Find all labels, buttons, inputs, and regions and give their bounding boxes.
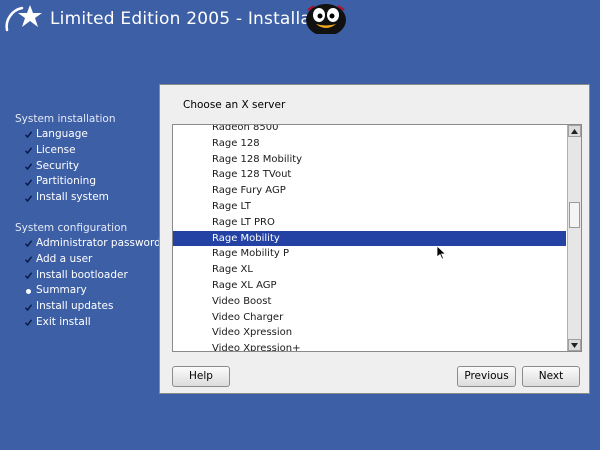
section-title-system-installation: System installation <box>15 113 116 125</box>
x-server-list[interactable]: Radeon 8500 Rage 128 Rage 128 Mobility R… <box>172 124 582 352</box>
penguin-logo-icon <box>306 4 346 34</box>
step-administrator-password: Administrator password <box>15 236 165 252</box>
window-title: Limited Edition 2005 - Installation <box>50 9 345 29</box>
step-label: Install updates <box>36 300 114 313</box>
step-partitioning: Partitioning <box>15 174 165 190</box>
step-install-system: Install system <box>15 190 165 206</box>
arrow-up-icon <box>571 128 578 134</box>
step-security: Security <box>15 159 165 175</box>
list-item[interactable]: Rage XL AGP <box>173 278 566 294</box>
step-label: Language <box>36 128 88 140</box>
step-install-bootloader: Install bootloader <box>15 268 165 284</box>
x-server-list-items: Radeon 8500 Rage 128 Rage 128 Mobility R… <box>173 125 566 351</box>
previous-button[interactable]: Previous <box>457 366 516 387</box>
arrow-down-icon <box>571 342 578 348</box>
step-add-a-user: Add a user <box>15 252 165 268</box>
step-label: Install bootloader <box>36 268 128 281</box>
check-icon <box>25 303 32 311</box>
step-exit-install: Exit install <box>15 315 165 331</box>
check-icon <box>25 194 32 202</box>
scroll-up-button[interactable] <box>568 125 581 137</box>
list-item[interactable]: Radeon 8500 <box>173 125 566 136</box>
next-button[interactable]: Next <box>522 366 580 387</box>
scroll-down-button[interactable] <box>568 339 581 351</box>
vertical-scrollbar[interactable] <box>567 125 581 351</box>
list-item[interactable]: Video Xpression <box>173 325 566 341</box>
help-button[interactable]: Help <box>172 366 230 387</box>
step-label: Add a user <box>36 252 93 265</box>
step-label: Summary <box>36 284 87 297</box>
check-icon <box>25 147 32 155</box>
check-icon <box>25 179 32 186</box>
check-icon <box>25 163 32 170</box>
check-icon <box>25 256 32 264</box>
step-label: Exit install <box>36 315 91 328</box>
step-install-updates: Install updates <box>15 299 165 315</box>
step-label: Security <box>36 159 80 172</box>
list-item[interactable]: Rage 128 TVout <box>173 167 566 183</box>
list-item[interactable]: Video Xpression+ <box>173 341 566 351</box>
list-item[interactable]: Rage 128 <box>173 136 566 152</box>
step-label: Partitioning <box>36 175 96 188</box>
list-item[interactable]: Rage XL <box>173 262 566 278</box>
step-license: License <box>15 143 165 159</box>
list-item[interactable]: Rage LT <box>173 199 566 215</box>
list-item[interactable]: Rage Fury AGP <box>173 183 566 199</box>
star-logo-icon <box>5 5 42 32</box>
list-item[interactable]: Video Charger <box>173 310 566 326</box>
section-title-system-configuration: System configuration <box>15 221 128 234</box>
list-item[interactable]: Rage 128 Mobility <box>173 152 566 168</box>
list-item[interactable]: Rage LT PRO <box>173 215 566 231</box>
step-language: Language <box>15 127 165 143</box>
check-icon <box>25 240 32 248</box>
check-icon <box>25 319 32 327</box>
scroll-thumb[interactable] <box>569 202 580 228</box>
install-steps-sidebar: System installation Language License Sec… <box>15 111 165 331</box>
step-label: License <box>36 143 76 156</box>
step-summary-current: Summary <box>15 283 165 299</box>
mouse-pointer-icon <box>437 246 447 260</box>
x-server-panel: Choose an X server Radeon 8500 Rage 128 … <box>159 84 590 394</box>
list-item[interactable]: Video Boost <box>173 294 566 310</box>
current-step-dot-icon <box>26 288 31 294</box>
list-item-selected[interactable]: Rage Mobility <box>173 230 566 247</box>
check-icon <box>25 131 32 139</box>
step-label: Administrator password <box>36 236 161 249</box>
panel-heading: Choose an X server <box>183 99 286 111</box>
list-item[interactable]: Rage Mobility P <box>173 246 566 262</box>
check-icon <box>25 272 32 279</box>
step-label: Install system <box>36 191 109 204</box>
